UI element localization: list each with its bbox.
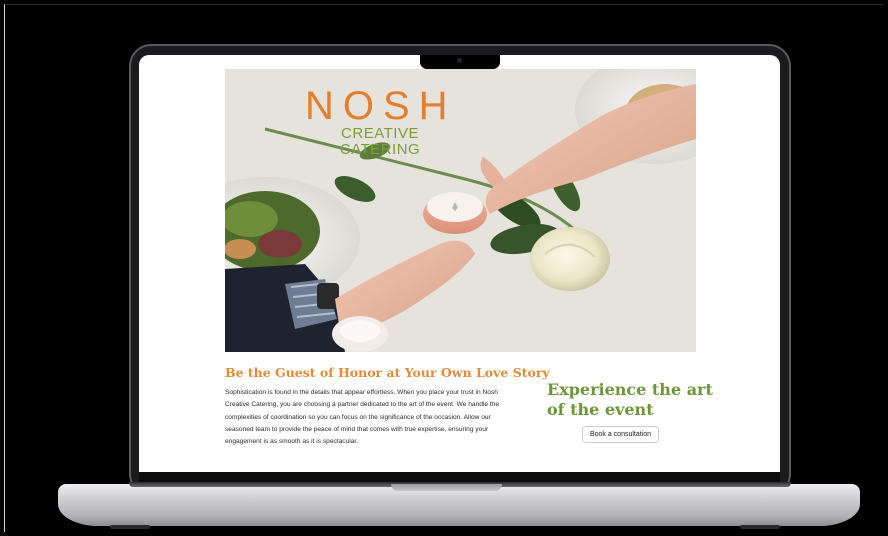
brand-logo[interactable]: NOSH CREATIVE CATERING: [305, 86, 455, 158]
laptop-foot-left: [110, 525, 150, 529]
laptop-foot-right: [740, 525, 780, 529]
hero-photo: [225, 69, 696, 352]
section-headline: Be the Guest of Honor at Your Own Love S…: [225, 365, 550, 380]
brand-name: NOSH: [305, 84, 457, 128]
book-consultation-button[interactable]: Book a consultation: [582, 426, 659, 443]
cta-heading: Experience the art of the event: [547, 380, 713, 419]
camera-icon: [457, 58, 462, 63]
section-body: Sophistication is found in the details t…: [225, 389, 500, 446]
brand-subtitle: CREATIVE CATERING: [339, 125, 421, 158]
trackpad-notch: [391, 484, 502, 491]
